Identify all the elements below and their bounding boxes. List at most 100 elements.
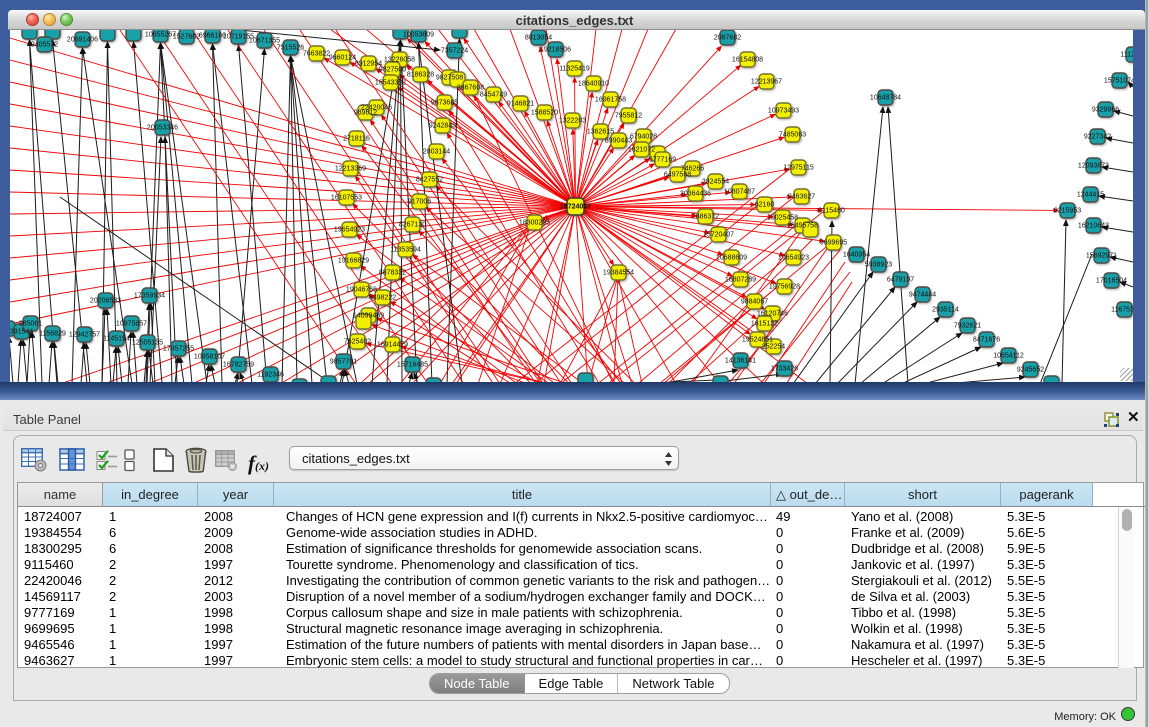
svg-text:11353594: 11353594	[390, 247, 421, 254]
svg-text:9873685: 9873685	[431, 100, 458, 107]
svg-text:19654923: 19654923	[778, 255, 809, 262]
svg-text:10655267: 10655267	[145, 32, 176, 39]
svg-text:62160: 62160	[755, 202, 775, 209]
svg-text:19046766: 19046766	[346, 287, 377, 294]
svg-text:8186328: 8186328	[407, 72, 434, 79]
svg-text:18807289: 18807289	[725, 277, 756, 284]
svg-text:9227342: 9227342	[1084, 134, 1111, 141]
svg-text:20691406: 20691406	[67, 37, 98, 44]
svg-text:7955812: 7955812	[615, 113, 642, 120]
svg-text:10688609: 10688609	[716, 255, 747, 262]
svg-text:9827500: 9827500	[379, 67, 406, 74]
svg-text:10671355: 10671355	[249, 38, 280, 45]
svg-text:10025458: 10025458	[767, 215, 798, 222]
svg-text:9405572: 9405572	[31, 42, 58, 49]
svg-text:14099489: 14099489	[353, 313, 384, 320]
svg-text:1156829: 1156829	[39, 331, 66, 338]
svg-text:10958107: 10958107	[194, 354, 225, 361]
svg-text:1588520: 1588520	[531, 110, 558, 117]
svg-text:9245652: 9245652	[1017, 367, 1044, 374]
svg-text:7932621: 7932621	[954, 323, 981, 330]
svg-text:12213369: 12213369	[335, 166, 366, 173]
svg-text:1615132: 1615132	[751, 321, 778, 328]
svg-text:9827508: 9827508	[436, 75, 463, 82]
svg-text:9463627: 9463627	[788, 194, 815, 201]
svg-text:1322203: 1322203	[559, 118, 586, 125]
svg-text:19756928: 19756928	[769, 284, 800, 291]
svg-text:917006: 917006	[408, 199, 431, 206]
svg-text:8427552: 8427552	[416, 177, 443, 184]
svg-text:13226058: 13226058	[384, 57, 415, 64]
svg-text:985061: 985061	[19, 321, 42, 328]
svg-text:8813054: 8813054	[525, 35, 552, 42]
svg-text:9699695: 9699695	[820, 240, 847, 247]
svg-text:1192346: 1192346	[257, 372, 284, 379]
svg-text:15720407: 15720407	[703, 232, 734, 239]
svg-text:7663822: 7663822	[303, 51, 330, 58]
svg-text:16914479: 16914479	[377, 342, 408, 349]
svg-text:391544: 391544	[10, 329, 33, 336]
svg-text:15716485: 15716485	[397, 362, 428, 369]
svg-text:9242843: 9242843	[429, 123, 456, 130]
svg-text:10807487: 10807487	[724, 189, 755, 196]
svg-text:2718116: 2718116	[343, 136, 370, 143]
svg-text:8498222: 8498222	[369, 295, 396, 302]
svg-text:9329966: 9329966	[1092, 107, 1119, 114]
svg-text:9474444: 9474444	[909, 292, 936, 299]
svg-text:2087682: 2087682	[714, 35, 741, 42]
svg-text:8878332: 8878332	[379, 270, 406, 277]
svg-text:18300295: 18300295	[519, 220, 550, 227]
svg-text:8267130: 8267130	[399, 222, 426, 229]
svg-text:20206533: 20206533	[90, 298, 121, 305]
svg-text:1621072: 1621072	[628, 147, 655, 154]
svg-text:1244415: 1244415	[1077, 192, 1104, 199]
svg-text:8990443: 8990443	[605, 138, 632, 145]
svg-text:10648784: 10648784	[870, 95, 901, 102]
svg-text:10053809: 10053809	[403, 32, 434, 39]
svg-text:17016504: 17016504	[1096, 278, 1127, 285]
svg-text:7515526: 7515526	[277, 45, 304, 52]
svg-text:16495758: 16495758	[787, 223, 818, 230]
svg-text:16107553: 16107553	[331, 195, 362, 202]
svg-text:8471676: 8471676	[973, 337, 1000, 344]
svg-text:16543382: 16543382	[375, 80, 406, 87]
svg-text:9115460: 9115460	[818, 208, 845, 215]
svg-text:6479197: 6479197	[887, 277, 914, 284]
svg-text:7357224: 7357224	[441, 48, 468, 55]
svg-text:16154808: 16154808	[732, 57, 763, 64]
svg-text:2867608: 2867608	[457, 85, 484, 92]
svg-text:16120746: 16120746	[757, 311, 788, 318]
svg-text:19218506: 19218506	[540, 47, 571, 54]
svg-text:1527602: 1527602	[173, 34, 200, 41]
svg-text:8215953: 8215953	[1054, 208, 1081, 215]
svg-text:14136141: 14136141	[725, 358, 756, 365]
svg-text:15751074: 15751074	[1104, 78, 1133, 85]
svg-text:1362615: 1362615	[587, 129, 614, 136]
svg-text:12213967: 12213967	[751, 79, 782, 86]
svg-text:19384554: 19384554	[603, 270, 634, 277]
svg-text:1112675: 1112675	[1120, 52, 1133, 59]
svg-text:252254: 252254	[762, 344, 785, 351]
svg-text:19654923: 19654923	[334, 227, 365, 234]
svg-text:12505135: 12505135	[132, 340, 163, 347]
svg-text:9777169: 9777169	[649, 157, 676, 164]
svg-text:17359934: 17359934	[134, 293, 165, 300]
svg-text:7485063: 7485063	[779, 132, 806, 139]
svg-text:6497568: 6497568	[664, 172, 691, 179]
svg-text:19524851: 19524851	[742, 337, 773, 344]
svg-text:7886372: 7886372	[692, 214, 719, 221]
svg-text:15692971: 15692971	[1086, 253, 1117, 260]
svg-text:3824554: 3824554	[702, 179, 729, 186]
svg-text:10973493: 10973493	[768, 108, 799, 115]
svg-text:9857791: 9857791	[330, 359, 357, 366]
svg-text:2935114: 2935114	[932, 307, 959, 314]
svg-text:6794028: 6794028	[630, 134, 657, 141]
svg-text:18640910: 18640910	[578, 81, 609, 88]
svg-text:9146821: 9146821	[507, 101, 534, 108]
svg-text:10654112: 10654112	[993, 353, 1024, 360]
svg-text:12093873: 12093873	[1078, 163, 1109, 170]
svg-text:1145194: 1145194	[103, 336, 130, 343]
svg-text:9884067: 9884067	[741, 299, 768, 306]
svg-text:1640954: 1640954	[843, 252, 870, 259]
svg-text:10975857: 10975857	[116, 321, 147, 328]
